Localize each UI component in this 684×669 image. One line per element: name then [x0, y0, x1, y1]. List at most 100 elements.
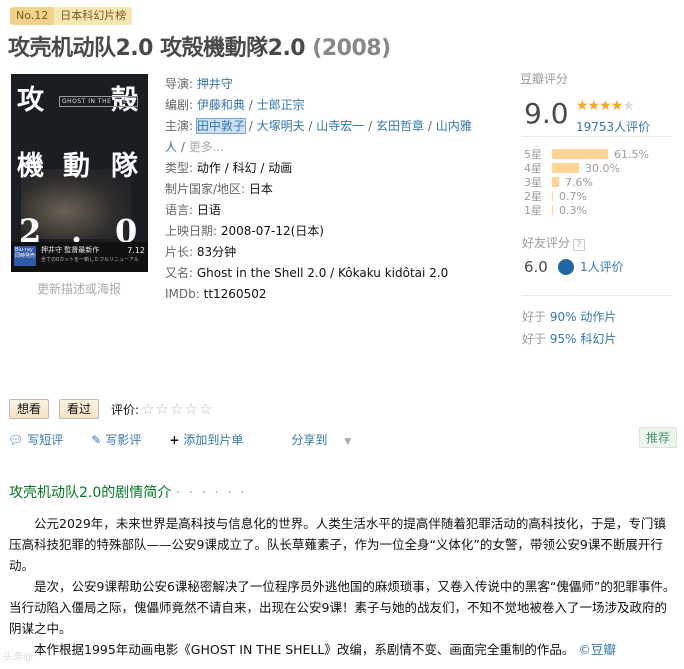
runtime-label: 片长:	[165, 245, 194, 259]
write-short-review[interactable]: 💬︎ 写短评	[8, 431, 77, 448]
friend-rating-label: 好友评分	[522, 236, 571, 250]
better-pct-link[interactable]: 90%	[550, 310, 577, 324]
imdb-label: IMDb:	[165, 287, 200, 301]
genre-label: 类型:	[165, 161, 194, 175]
poster-char: 隊	[111, 151, 138, 182]
friend-count-link[interactable]: 1人评价	[580, 258, 624, 275]
help-icon[interactable]: ?	[573, 239, 586, 251]
cast-link[interactable]: 大塚明夫	[257, 119, 305, 133]
action-links: 💬︎ 写短评 ✎ 写影评 + 添加到片单 分享到 ▼	[8, 431, 379, 448]
dist-bar	[552, 163, 579, 173]
writer-link[interactable]: 士郎正宗	[257, 98, 305, 112]
rating-divider	[522, 136, 672, 137]
rating-votes-link[interactable]: 19753人评价	[576, 118, 650, 135]
want-to-watch-button[interactable]: 想看	[9, 399, 50, 419]
movie-year: (2008)	[312, 36, 391, 61]
runtime-row: 片长: 83分钟	[165, 242, 495, 263]
watermark: 头条@	[3, 652, 33, 663]
rating-label: 豆瓣评分	[520, 72, 569, 86]
friend-avatar-icon	[558, 259, 574, 275]
imdb-value: tt1260502	[203, 287, 267, 301]
cast-link[interactable]: 人	[165, 140, 177, 154]
dist-percent: 7.6%	[565, 175, 593, 189]
director-link[interactable]: 押井守	[197, 77, 233, 91]
release-label: 上映日期:	[165, 224, 218, 238]
update-poster-link[interactable]: 更新描述或海报	[37, 280, 121, 297]
poster-tagline: 全ての0カットを一新したフルリニューアル	[41, 257, 139, 263]
rank-number: No.12	[10, 7, 55, 25]
movie-poster[interactable]: 攻 殻 GHOST IN THE SHELL 機 動 隊 2 . 0 Blu-r…	[11, 74, 148, 272]
cast-link[interactable]: 山寺宏一	[316, 119, 364, 133]
better-than-item: 好于 90% 动作片	[522, 306, 616, 328]
add-to-list[interactable]: + 添加到片单	[169, 431, 257, 448]
country-row: 制片国家/地区: 日本	[165, 179, 495, 200]
dist-percent: 30.0%	[585, 161, 620, 175]
summary-paragraph: 本作根据1995年动画电影《GHOST IN THE SHELL》改编，系剧情不…	[34, 642, 616, 657]
cast-link[interactable]: 田中敦子	[195, 118, 246, 134]
movie-title: 攻壳机动队2.0 攻殻機動隊2.0	[8, 36, 306, 61]
dist-percent: 61.5%	[614, 147, 649, 161]
action-bar: 想看 看过 评价: ☆☆☆☆☆	[9, 399, 213, 419]
aka-row: 又名: Ghost in the Shell 2.0 / Kôkaku kidô…	[165, 263, 495, 284]
runtime-value: 83分钟	[196, 245, 237, 259]
better-divider	[522, 295, 672, 296]
poster-credit: 押井守 監督最新作	[41, 246, 100, 254]
cast-more-link[interactable]: 更多...	[189, 140, 224, 154]
dist-percent: 0.7%	[559, 189, 587, 203]
genre-row: 类型: 动作 / 科幻 / 动画	[165, 158, 495, 179]
cast-link[interactable]: 山内雅	[436, 119, 472, 133]
douban-rating: 豆瓣评分 9.0 ★★★★★ 19753人评价	[520, 70, 680, 137]
dist-bar	[552, 149, 608, 159]
better-genre-link[interactable]: 科幻片	[577, 332, 616, 346]
rating-dist-row: 1星 0.3%	[524, 203, 649, 218]
write-review[interactable]: ✎ 写影评	[91, 431, 155, 448]
rate-label: 评价:	[111, 402, 140, 417]
rating-score: 9.0	[524, 97, 569, 130]
dist-bar	[552, 177, 559, 187]
poster-footer: Blu-ray 同時発売 押井守 監督最新作 全ての0カットを一新したフルリニュ…	[11, 242, 148, 272]
better-genre-link[interactable]: 动作片	[577, 310, 616, 324]
aka-value: Ghost in the Shell 2.0 / Kôkaku kidôtai …	[196, 266, 449, 280]
better-prefix: 好于	[522, 310, 550, 324]
rating-dist-row: 2星 0.7%	[524, 189, 649, 204]
rating-dist-row: 4星 30.0%	[524, 161, 649, 176]
summary-paragraph: 公元2029年，未来世界是高科技与信息化的世界。人类生活水平的提高伴随着犯罪活动…	[9, 516, 666, 573]
release-value: 2008-07-12(日本)	[220, 224, 324, 238]
country-value: 日本	[248, 182, 273, 196]
page-title: 攻壳机动队2.0 攻殻機動隊2.0 (2008)	[8, 30, 391, 62]
better-than: 好于 90% 动作片 好于 95% 科幻片	[522, 306, 616, 350]
dist-percent: 0.3%	[559, 203, 587, 217]
cast-row: 主演: 田中敦子 / 大塚明夫 / 山寺宏一 / 玄田哲章 / 山内雅	[165, 118, 472, 134]
rating-stars-icon: ★★★★★	[576, 98, 635, 114]
pencil-icon: ✎	[91, 433, 102, 447]
aka-label: 又名:	[165, 266, 194, 280]
rank-list-name: 日本科幻片榜	[54, 7, 133, 25]
poster-badge: Blu-ray 同時発売	[14, 246, 36, 266]
writer-row: 编剧: 伊藤和典 / 士郎正宗	[165, 98, 305, 112]
rank-badge[interactable]: No.12 日本科幻片榜	[10, 7, 133, 25]
source-link[interactable]: ©豆瓣	[578, 642, 616, 657]
rating-dist-row: 5星 61.5%	[524, 147, 649, 162]
writer-link[interactable]: 伊藤和典	[197, 98, 245, 112]
better-prefix: 好于	[522, 332, 550, 346]
dist-bar	[552, 191, 553, 201]
better-pct-link[interactable]: 95%	[550, 332, 577, 346]
director-row: 导演: 押井守	[165, 74, 495, 95]
share-dropdown[interactable]: 分享到 ▼	[291, 431, 365, 448]
language-value: 日语	[196, 203, 221, 217]
poster-date: 7.12	[127, 246, 145, 255]
dist-star-label: 1星	[524, 204, 542, 217]
writer-label: 编剧:	[165, 98, 194, 112]
poster-logo: GHOST IN THE SHELL	[59, 96, 139, 107]
rating-distribution: 5星 61.5% 4星 30.0% 3星 7.6% 2星 0.7% 1星 0.3…	[524, 147, 649, 218]
summary-paragraph: 是次，公安9课帮助公安6课秘密解决了一位程序员外逃他国的麻烦琐事，又卷入传说中的…	[9, 579, 676, 636]
comment-icon: 💬︎	[8, 433, 24, 447]
watched-button[interactable]: 看过	[59, 399, 100, 419]
recommend-button[interactable]: 推荐	[639, 427, 678, 448]
cast-link[interactable]: 玄田哲章	[376, 119, 424, 133]
cast-label: 主演:	[165, 119, 194, 133]
poster-char: 攻	[17, 85, 44, 116]
friend-score: 6.0	[524, 258, 548, 276]
country-label: 制片国家/地区:	[165, 182, 246, 196]
rate-stars-input[interactable]: ☆☆☆☆☆	[141, 400, 213, 418]
